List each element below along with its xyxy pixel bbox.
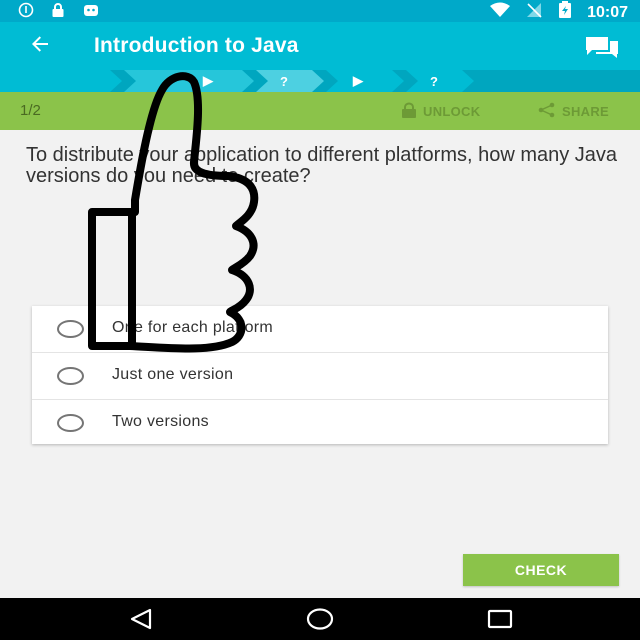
unlock-label: UNLOCK	[423, 104, 481, 119]
page-title: Introduction to Java	[94, 34, 299, 57]
home-nav-icon[interactable]	[305, 606, 335, 637]
radio-button[interactable]	[57, 320, 84, 338]
lock-icon	[50, 2, 66, 23]
app-bar: Introduction to Java	[0, 22, 640, 70]
wifi-icon	[489, 2, 511, 23]
share-button[interactable]: SHARE	[537, 102, 609, 121]
quiz-toolbar: 1/2 UNLOCK SHARE	[0, 92, 640, 130]
lock-icon	[400, 102, 418, 121]
radio-button[interactable]	[57, 367, 84, 385]
recents-nav-icon[interactable]	[487, 609, 513, 634]
info-icon	[18, 2, 34, 23]
status-bar: 10:07	[0, 0, 640, 22]
share-label: SHARE	[562, 104, 610, 119]
progress-step-1[interactable]: ▶	[190, 70, 226, 92]
back-nav-icon[interactable]	[128, 608, 154, 635]
answer-option[interactable]: Just one version	[32, 353, 608, 400]
radio-button[interactable]	[57, 414, 84, 432]
arrow-left-icon[interactable]	[28, 32, 52, 60]
progress-step-4[interactable]: ?	[416, 70, 452, 92]
progress-chevrons	[0, 70, 474, 92]
battery-charging-icon	[557, 1, 573, 24]
check-button[interactable]: CHECK	[463, 554, 619, 586]
progress-step-3[interactable]: ▶	[340, 70, 376, 92]
system-nav-bar	[0, 598, 640, 640]
question-counter: 1/2	[20, 102, 41, 119]
question-text: To distribute your application to differ…	[26, 144, 618, 187]
lesson-progress: ▶ ? ▶ ?	[0, 70, 640, 92]
answer-option[interactable]: One for each platform	[32, 306, 608, 353]
answer-options: One for each platform Just one version T…	[32, 306, 608, 444]
status-time: 10:07	[587, 3, 628, 21]
share-icon	[537, 102, 557, 121]
android-icon	[82, 2, 100, 23]
comments-icon[interactable]	[584, 35, 620, 64]
answer-option[interactable]: Two versions	[32, 400, 608, 446]
signal-icon	[525, 2, 543, 23]
answer-option-label: One for each platform	[112, 319, 274, 336]
answer-option-label: Two versions	[112, 413, 209, 430]
progress-step-2[interactable]: ?	[266, 70, 302, 92]
unlock-button[interactable]: UNLOCK	[400, 102, 480, 121]
answer-option-label: Just one version	[112, 366, 234, 383]
